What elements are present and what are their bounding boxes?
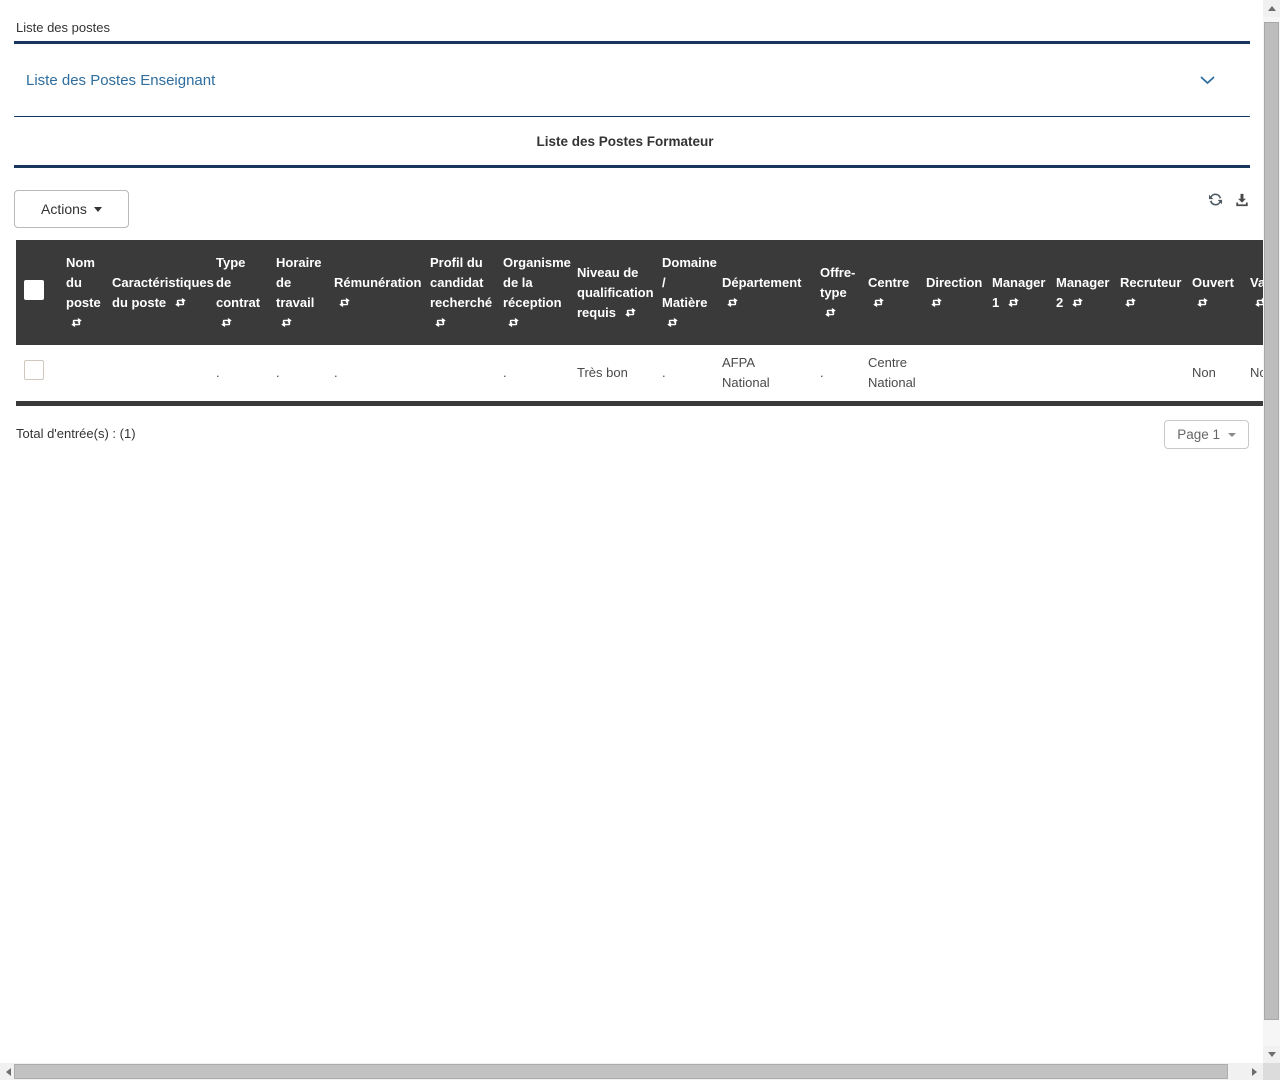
triangle-down-icon: [1268, 1052, 1276, 1057]
sort-icon[interactable]: [220, 317, 233, 328]
toolbar-icons: [1208, 192, 1249, 207]
column-header[interactable]: Nom du poste: [58, 240, 104, 345]
column-header[interactable]: Ouvert: [1184, 240, 1242, 345]
horizontal-scrollbar[interactable]: [0, 1063, 1263, 1080]
column-header[interactable]: Rémunération: [326, 240, 422, 345]
column-header[interactable]: Domaine / Matière: [654, 240, 714, 345]
table-header-row: Nom du poste Caractéristiques du poste T…: [16, 240, 1263, 345]
column-header[interactable]: Recruteur: [1112, 240, 1184, 345]
table-cell: [58, 345, 104, 401]
table-cell: .: [326, 345, 422, 401]
column-header[interactable]: Vacant: [1242, 240, 1263, 345]
column-header[interactable]: Direction: [918, 240, 984, 345]
column-header[interactable]: Type de contrat: [208, 240, 268, 345]
table-cell: [1112, 345, 1184, 401]
positions-table-wrap: Nom du poste Caractéristiques du poste T…: [16, 240, 1263, 406]
sort-icon[interactable]: [1007, 297, 1020, 308]
table-cell: [422, 345, 495, 401]
sort-icon[interactable]: [174, 297, 187, 308]
positions-table: Nom du poste Caractéristiques du poste T…: [16, 240, 1263, 401]
column-header[interactable]: Niveau de qualification requis: [569, 240, 654, 345]
sort-icon[interactable]: [70, 317, 83, 328]
column-header[interactable]: Manager 2: [1048, 240, 1112, 345]
column-header[interactable]: Centre: [860, 240, 918, 345]
column-header[interactable]: Offre-type: [812, 240, 860, 345]
download-icon[interactable]: [1235, 193, 1249, 207]
scrollbar-corner: [1263, 1063, 1280, 1080]
total-entries-label: Total d'entrée(s) : (1): [16, 426, 136, 441]
breadcrumb: Liste des postes: [16, 20, 1263, 36]
enseignant-panel-toggle[interactable]: Liste des Postes Enseignant: [0, 44, 1263, 116]
table-cell: Non: [1242, 345, 1263, 401]
table-cell: [1048, 345, 1112, 401]
sort-icon[interactable]: [872, 297, 885, 308]
column-header[interactable]: Département: [714, 240, 812, 345]
triangle-up-icon: [1268, 6, 1276, 11]
vertical-scrollbar[interactable]: [1263, 0, 1280, 1063]
chevron-down-icon[interactable]: [1200, 76, 1215, 85]
sort-icon[interactable]: [434, 317, 447, 328]
sort-icon[interactable]: [930, 297, 943, 308]
sort-icon[interactable]: [624, 307, 637, 318]
sort-icon[interactable]: [1071, 297, 1084, 308]
panel-title: Liste des Postes Enseignant: [26, 72, 215, 89]
table-cell: [984, 345, 1048, 401]
sort-icon[interactable]: [1124, 297, 1137, 308]
toolbar: Actions: [14, 190, 1249, 228]
table-cell: Non: [1184, 345, 1242, 401]
triangle-right-icon: [1252, 1068, 1257, 1076]
table-cell: Centre National: [860, 345, 918, 401]
table-cell: [104, 345, 208, 401]
table-cell: .: [812, 345, 860, 401]
page-selector[interactable]: Page 1: [1164, 420, 1249, 449]
triangle-left-icon: [6, 1068, 11, 1076]
row-checkbox[interactable]: [24, 360, 44, 380]
column-header[interactable]: Organisme de la réception: [495, 240, 569, 345]
table-cell: [918, 345, 984, 401]
page: Liste des postes Liste des Postes Enseig…: [0, 0, 1280, 1080]
section-divider: [14, 165, 1250, 168]
sort-icon[interactable]: [1196, 297, 1209, 308]
row-select-cell: [16, 345, 58, 401]
actions-button-label: Actions: [41, 201, 87, 217]
sort-icon[interactable]: [666, 317, 679, 328]
select-all-header-cell: [16, 240, 58, 345]
caret-down-icon: [1228, 433, 1236, 437]
refresh-icon[interactable]: [1208, 192, 1223, 207]
scroll-up-button[interactable]: [1263, 0, 1280, 17]
select-all-checkbox[interactable]: [24, 280, 44, 300]
sort-icon[interactable]: [1254, 297, 1263, 308]
column-header[interactable]: Manager 1: [984, 240, 1048, 345]
sort-icon[interactable]: [824, 307, 837, 318]
panel-divider: [14, 116, 1250, 117]
column-header[interactable]: Profil du candidat recherché: [422, 240, 495, 345]
table-cell: AFPA National: [714, 345, 812, 401]
table-row[interactable]: ....Très bon.AFPA National.Centre Nation…: [16, 345, 1263, 401]
section-title: Liste des Postes Formateur: [0, 133, 1250, 151]
table-cell: .: [208, 345, 268, 401]
caret-down-icon: [94, 207, 102, 212]
sort-icon[interactable]: [507, 317, 520, 328]
table-cell: Très bon: [569, 345, 654, 401]
column-header[interactable]: Caractéristiques du poste: [104, 240, 208, 345]
table-cell: .: [495, 345, 569, 401]
sort-icon[interactable]: [726, 297, 739, 308]
table-cell: .: [268, 345, 326, 401]
column-header[interactable]: Horaire de travail: [268, 240, 326, 345]
scroll-down-button[interactable]: [1263, 1046, 1280, 1063]
page-selector-label: Page 1: [1177, 427, 1220, 442]
content-area: Liste des postes Liste des Postes Enseig…: [0, 0, 1263, 1063]
sort-icon[interactable]: [280, 317, 293, 328]
vertical-scrollbar-thumb[interactable]: [1264, 22, 1279, 1020]
table-footer: Total d'entrée(s) : (1) Page 1: [16, 420, 1249, 449]
sort-icon[interactable]: [338, 297, 351, 308]
scroll-right-button[interactable]: [1246, 1063, 1263, 1080]
table-cell: .: [654, 345, 714, 401]
horizontal-scrollbar-thumb[interactable]: [14, 1064, 1228, 1079]
actions-button[interactable]: Actions: [14, 190, 129, 228]
